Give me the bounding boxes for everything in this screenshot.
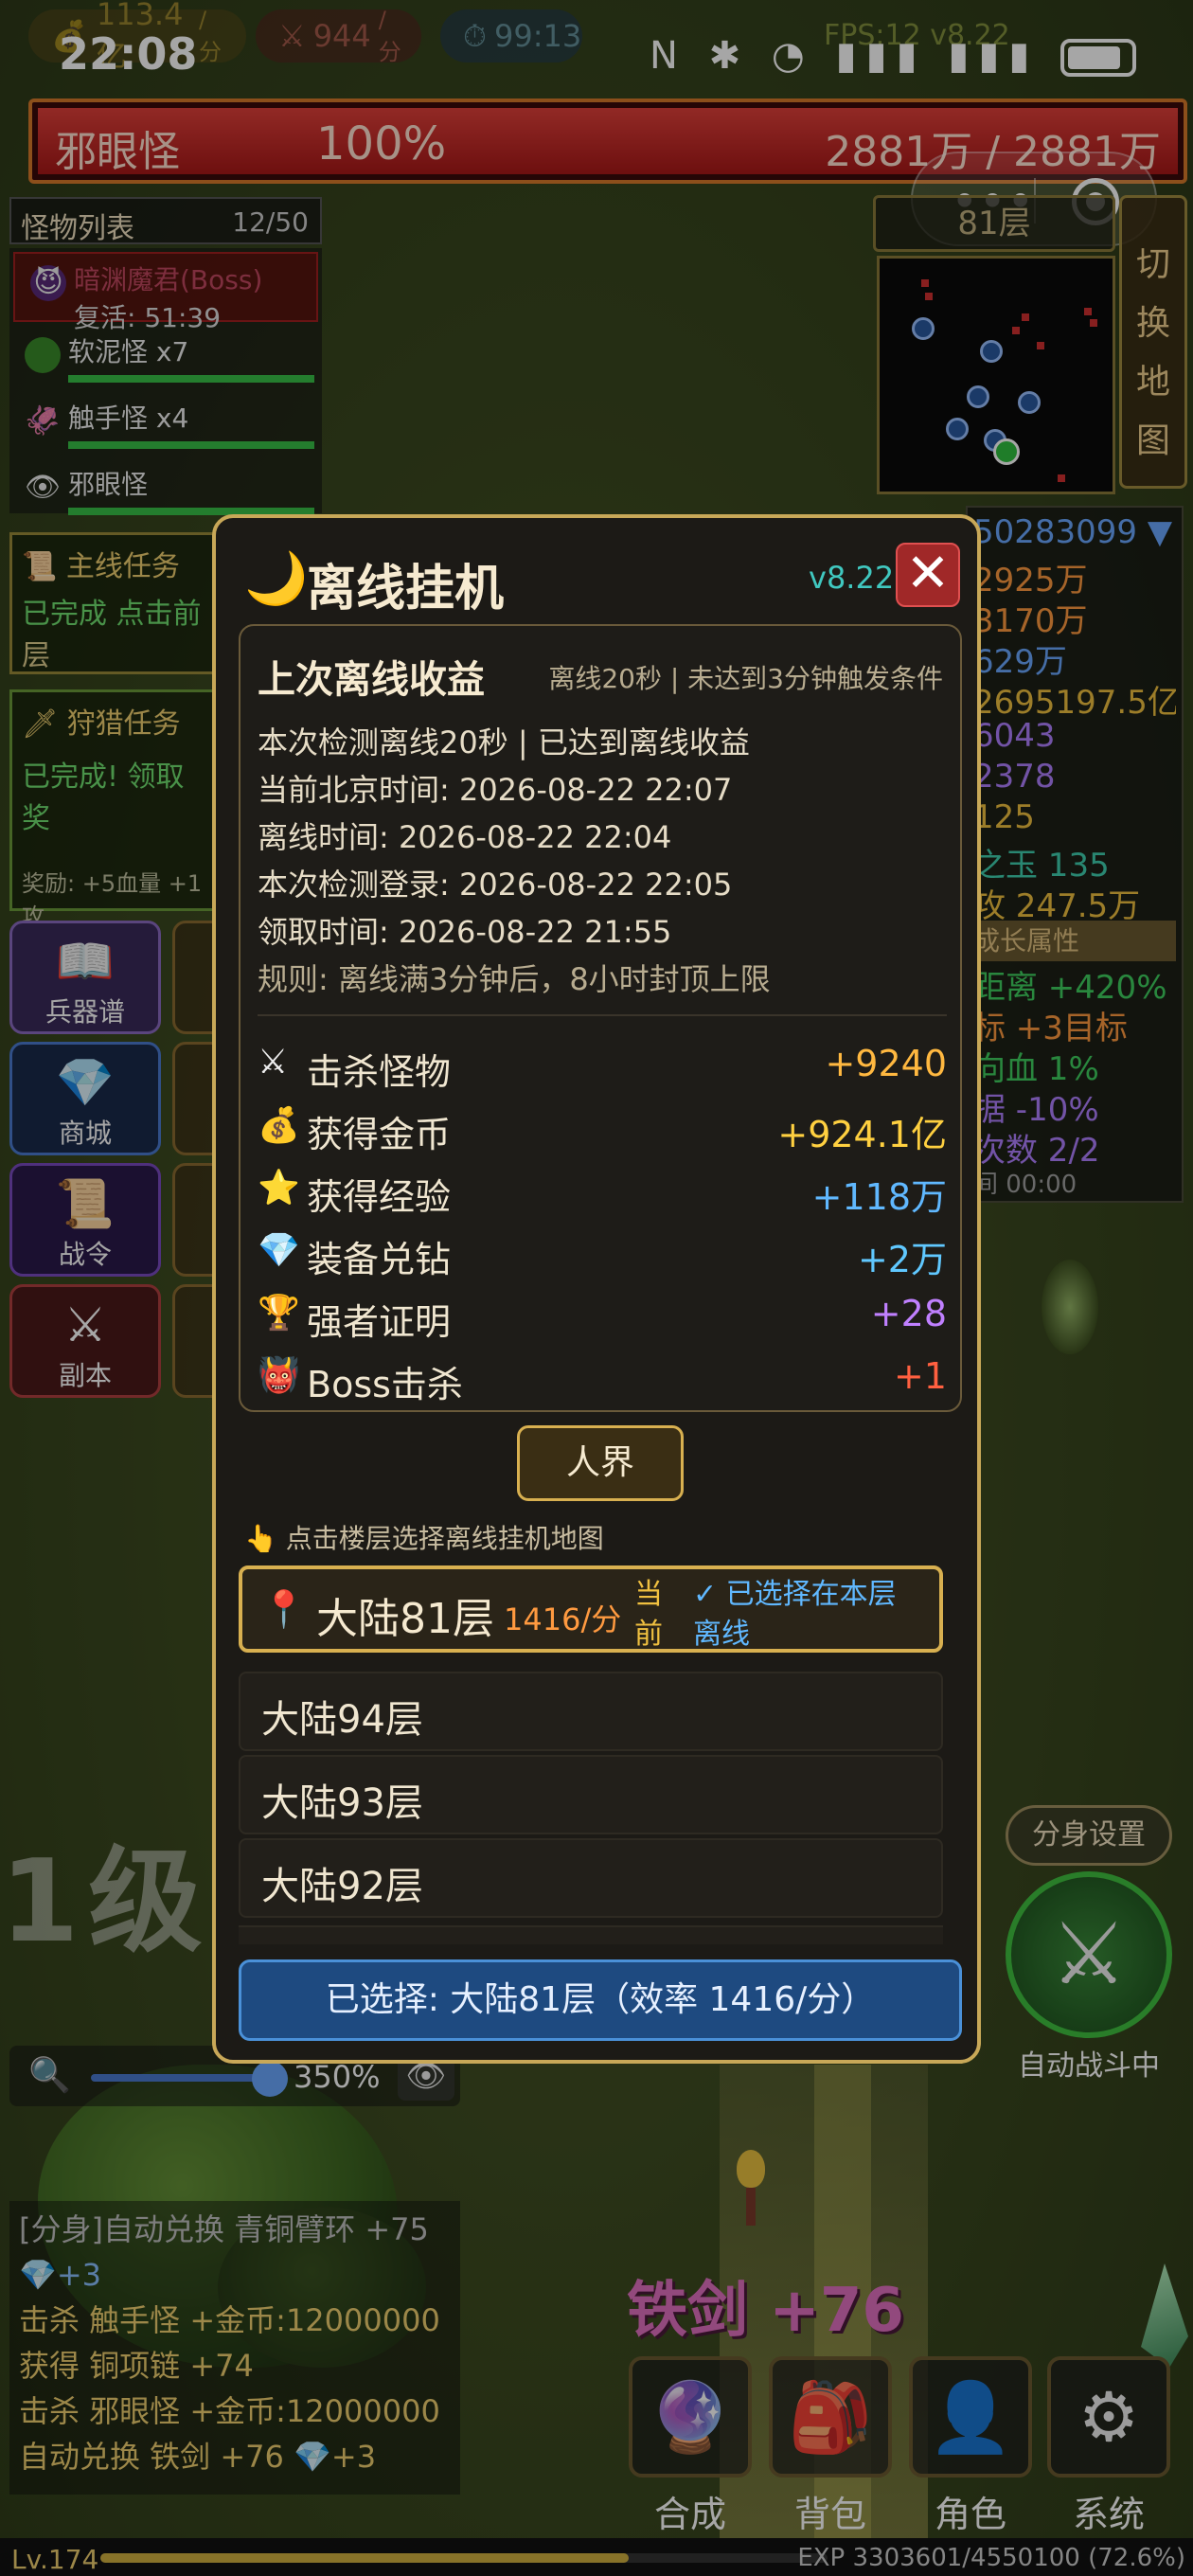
floor-select-tip: 👆 点击楼层选择离线挂机地图 xyxy=(244,1518,604,1556)
info-line: 当前北京时间: 2026-08-22 22:07 xyxy=(258,772,733,808)
version-label: v8.22 xyxy=(809,560,895,596)
info-line: 离线时间: 2026-08-22 22:04 xyxy=(258,819,672,855)
floor-option[interactable]: 大陆93层 xyxy=(239,1755,943,1834)
offline-idle-dialog: 🌙 离线挂机 v8.22 ✕ 上次离线收益 离线20秒 | 未达到3分钟触发条件… xyxy=(212,514,981,2064)
tip-text: 点击楼层选择离线挂机地图 xyxy=(285,1523,604,1554)
dialog-title: 离线挂机 xyxy=(307,561,505,617)
moon-icon: 🌙 xyxy=(244,548,309,608)
info-line: 本次检测登录: 2026-08-22 22:05 xyxy=(258,867,733,903)
current-badge: 当前 xyxy=(634,1578,663,1651)
trophy-icon: 🏆 xyxy=(258,1294,300,1333)
earning-row: 💎 装备兑钻 +2万 xyxy=(258,1225,947,1281)
selected-status: ✓ 已选择在本层离线 xyxy=(693,1578,897,1651)
info-line: 领取时间: 2026-08-22 21:55 xyxy=(258,914,672,950)
floor-option-partial[interactable] xyxy=(239,1925,943,1944)
earning-row: 👹 Boss击杀 +1 xyxy=(258,1350,947,1406)
demon-icon: 👹 xyxy=(258,1356,300,1395)
floor-option[interactable]: 大陆92层 xyxy=(239,1838,943,1918)
floor-rate: 1416/分 xyxy=(504,1601,622,1637)
star-icon: ⭐ xyxy=(258,1169,300,1208)
earnings-note: 离线20秒 | 未达到3分钟触发条件 xyxy=(548,663,943,694)
money-bag-icon: 💰 xyxy=(258,1106,300,1145)
earning-row: ⚔ 击杀怪物 +9240 xyxy=(258,1037,947,1094)
diamond-icon: 💎 xyxy=(258,1231,300,1270)
earning-value: +2万 xyxy=(857,1239,947,1280)
earning-value: +924.1亿 xyxy=(777,1114,947,1155)
sword-icon: ⚔ xyxy=(258,1043,289,1082)
selected-floor-confirm-button[interactable]: 已选择: 大陆81层（效率 1416/分） xyxy=(239,1959,962,2041)
close-button[interactable]: ✕ xyxy=(896,543,960,607)
dialog-header: 🌙 离线挂机 v8.22 ✕ xyxy=(216,518,977,632)
earning-label: 装备兑钻 xyxy=(307,1239,452,1280)
earning-label: 获得金币 xyxy=(307,1114,452,1155)
earning-row: 🏆 强者证明 +28 xyxy=(258,1287,947,1344)
earning-label: Boss击杀 xyxy=(307,1364,463,1405)
realm-human-button[interactable]: 人界 xyxy=(517,1425,684,1501)
earning-value: +118万 xyxy=(811,1176,947,1218)
floor-name: 大陆81层 xyxy=(316,1595,494,1643)
location-pin-icon: 📍 xyxy=(261,1588,307,1630)
last-offline-earnings-card: 上次离线收益 离线20秒 | 未达到3分钟触发条件 本次检测离线20秒 | 已达… xyxy=(239,624,962,1412)
floor-option[interactable]: 大陆94层 xyxy=(239,1672,943,1751)
divider xyxy=(258,1014,947,1016)
earnings-info: 本次检测离线20秒 | 已达到离线收益 当前北京时间: 2026-08-22 2… xyxy=(258,719,771,1003)
info-line: 本次检测离线20秒 | 已达到离线收益 xyxy=(258,724,750,760)
earnings-heading: 上次离线收益 xyxy=(258,658,485,702)
earning-label: 获得经验 xyxy=(307,1176,452,1218)
earning-value: +1 xyxy=(893,1355,947,1397)
floor-option-selected[interactable]: 📍 大陆81层 1416/分 当前 ✓ 已选择在本层离线 xyxy=(239,1565,943,1653)
earning-value: +28 xyxy=(870,1293,947,1334)
rule-line: 规则: 离线满3分钟后，8小时封顶上限 xyxy=(258,961,771,997)
earning-row: ⭐ 获得经验 +118万 xyxy=(258,1162,947,1219)
earning-value: +9240 xyxy=(825,1043,947,1084)
earning-label: 击杀怪物 xyxy=(307,1051,452,1093)
pointing-hand-icon: 👆 xyxy=(244,1523,277,1554)
earning-row: 💰 获得金币 +924.1亿 xyxy=(258,1100,947,1156)
earning-label: 强者证明 xyxy=(307,1301,452,1343)
